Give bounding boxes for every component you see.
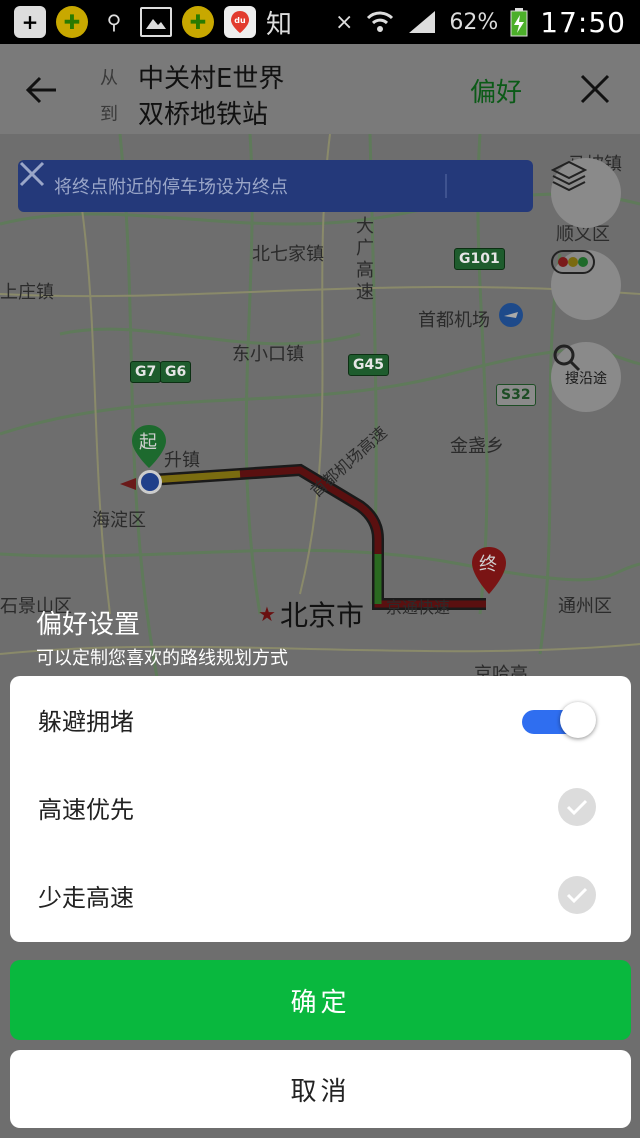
parking-suggestion-banner[interactable]: 将终点附近的停车场设为终点: [18, 160, 533, 212]
signal-icon: [409, 11, 436, 33]
to-field[interactable]: 双桥地铁站: [138, 94, 268, 131]
search-along-route-button[interactable]: 搜沿途: [551, 342, 621, 412]
toggle-knob: [560, 702, 596, 738]
clock: 17:50: [540, 5, 626, 39]
plus-coin-icon: ✚: [56, 6, 88, 38]
layers-icon: [551, 160, 587, 192]
road-tag-g6: G6: [160, 361, 192, 383]
map-label: 金盏乡: [450, 436, 504, 457]
road-tag-g101: G101: [454, 248, 505, 270]
add-box-icon: +: [14, 6, 46, 38]
check-circle-icon[interactable]: [558, 788, 596, 826]
from-field[interactable]: 中关村E世界: [138, 58, 284, 95]
mute-icon: ⨯: [334, 9, 354, 35]
to-label: 到: [100, 104, 118, 125]
wifi-icon: [367, 11, 394, 32]
current-location-icon: [120, 470, 162, 494]
road-tag-g45: G45: [348, 354, 389, 376]
airport-icon: [499, 303, 523, 327]
map-label: 上庄镇: [0, 282, 54, 303]
from-label: 从: [100, 68, 118, 89]
map-label: 通州区: [558, 596, 612, 617]
traffic-light-icon: [551, 250, 595, 274]
plus-coin-icon: ✚: [182, 6, 214, 38]
map-label: 海淀区: [92, 510, 146, 531]
notification-icons: + ✚ ⚲ ✚ du 知: [14, 4, 292, 41]
map-label: 升镇: [164, 450, 200, 471]
preferences-subtitle: 可以定制您喜欢的路线规划方式: [36, 648, 288, 669]
close-icon[interactable]: [578, 72, 612, 106]
road-tag-s32: S32: [496, 384, 536, 406]
layers-button[interactable]: [551, 158, 621, 228]
preferences-sheet: 躲避拥堵 高速优先 少走高速: [10, 676, 631, 942]
battery-percent: 62%: [449, 9, 499, 35]
image-icon: [140, 7, 172, 37]
road-tag-g7: G7: [130, 361, 162, 383]
confirm-button[interactable]: 确定: [10, 960, 631, 1040]
start-marker: 起: [130, 424, 168, 470]
svg-text:du: du: [234, 16, 246, 25]
zhihu-label: 知: [266, 9, 293, 40]
option-avoid-congestion[interactable]: 躲避拥堵: [10, 676, 631, 764]
preferences-title: 偏好设置: [36, 610, 141, 640]
preference-button[interactable]: 偏好: [470, 72, 522, 109]
option-label: 躲避拥堵: [38, 708, 134, 736]
option-label: 少走高速: [38, 884, 134, 912]
banner-text: 将终点附近的停车场设为终点: [54, 177, 288, 198]
avoid-congestion-toggle[interactable]: [522, 702, 596, 738]
check-circle-icon[interactable]: [558, 876, 596, 914]
map-label: 北七家镇: [252, 244, 324, 265]
battery-charging-icon: [510, 8, 528, 37]
start-marker-label: 起: [139, 432, 157, 453]
banner-divider: [445, 174, 447, 198]
end-marker-label: 终: [479, 554, 497, 575]
map-label: 首都机场: [418, 310, 490, 331]
banner-close-icon[interactable]: [18, 160, 46, 188]
usb-icon: ⚲: [106, 10, 122, 34]
map-label: 大广高速: [356, 216, 374, 303]
end-marker: 终: [470, 546, 508, 596]
traffic-toggle-button[interactable]: [551, 250, 621, 320]
map-label: 东小口镇: [232, 344, 304, 365]
option-less-highway[interactable]: 少走高速: [10, 852, 631, 940]
option-label: 高速优先: [38, 796, 134, 824]
map-label: 京通快速: [386, 598, 451, 617]
option-highway-first[interactable]: 高速优先: [10, 764, 631, 852]
cancel-button[interactable]: 取消: [10, 1050, 631, 1128]
back-arrow-icon[interactable]: [22, 70, 62, 110]
search-icon: [553, 344, 581, 372]
baidu-map-icon: du: [224, 6, 256, 38]
capital-star-icon: ★: [258, 602, 276, 626]
route-header: 从 中关村E世界 到 双桥地铁站 偏好: [0, 44, 640, 134]
map-label-city: 北京市: [280, 599, 365, 632]
status-bar: + ✚ ⚲ ✚ du 知 ⨯ 62% 17:50: [0, 0, 640, 44]
